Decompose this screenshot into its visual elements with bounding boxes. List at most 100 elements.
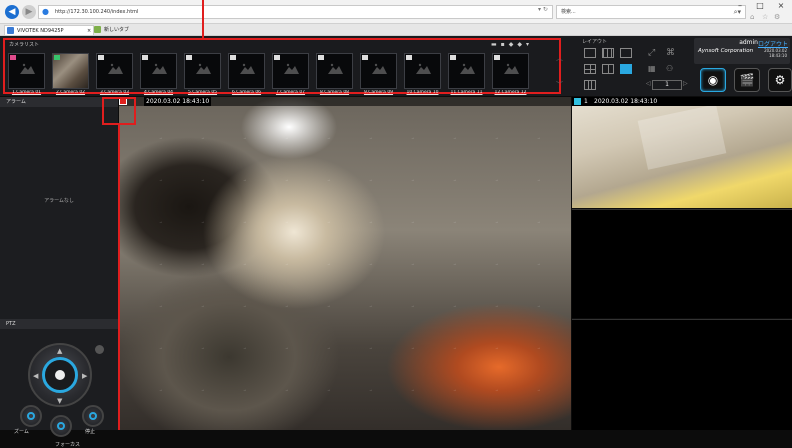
layout-2x2-button[interactable]: [584, 64, 596, 74]
status-badge: [142, 55, 148, 60]
camera-thumb-4[interactable]: [140, 53, 177, 89]
video-header: 1 2020.03.02 18:43:10: [572, 97, 792, 106]
arrow-left-icon[interactable]: ◀: [33, 372, 38, 380]
status-badge: [230, 55, 236, 60]
shrink-icon[interactable]: ⌘: [666, 48, 675, 58]
datetime: 2020.03.02 18:43:10: [764, 48, 787, 58]
tab-close-icon[interactable]: ×: [87, 26, 91, 36]
ptz-settings-icon[interactable]: [95, 345, 104, 354]
focus-control[interactable]: [50, 415, 72, 437]
video-overlay: [119, 97, 571, 430]
camera-thumb-10[interactable]: [404, 53, 441, 89]
camera-thumb-label[interactable]: 4.Camera 04: [140, 90, 177, 95]
layout-1x1-button[interactable]: [584, 48, 596, 58]
layout-grid-button[interactable]: [584, 80, 596, 90]
video-header: 2020.03.02 18:43:10: [119, 97, 571, 106]
layout-custom-button[interactable]: [620, 48, 632, 58]
gear-icon: ⚙: [774, 73, 786, 87]
camera-thumb-12[interactable]: [492, 53, 529, 89]
playback-button[interactable]: 🎬: [734, 68, 760, 92]
camera-placeholder-icon: [416, 63, 431, 74]
tab-vivotek[interactable]: VIVOTEK ND9425P ×: [4, 25, 94, 35]
ptz-ring[interactable]: [42, 357, 78, 393]
arrow-right-icon[interactable]: ▶: [82, 372, 87, 380]
search-input[interactable]: 検索... ⌕▾: [556, 5, 746, 19]
video-view-2[interactable]: 1 2020.03.02 18:43:10: [572, 97, 792, 208]
camera-thumb-label[interactable]: 1.Camera 01: [8, 90, 45, 95]
camera-thumb-9[interactable]: [360, 53, 397, 89]
layout-1p2-button[interactable]: [620, 64, 632, 74]
camera-thumb-label[interactable]: 11.Camera 11: [448, 90, 485, 95]
close-button[interactable]: ×: [774, 0, 788, 12]
alarm-header: アラーム: [0, 97, 118, 107]
video-view-3[interactable]: [572, 209, 792, 318]
video-view-4[interactable]: [572, 319, 792, 430]
status-badge: [406, 55, 412, 60]
liveview-eye-button[interactable]: ◉: [700, 68, 726, 92]
arrow-down-icon[interactable]: ▼: [57, 397, 62, 405]
back-button[interactable]: ◀: [5, 5, 19, 19]
camera-thumb-7[interactable]: [272, 53, 309, 89]
stop-control[interactable]: [82, 405, 104, 427]
grid-icon[interactable]: ▦: [648, 64, 656, 73]
camera-thumb-6[interactable]: [228, 53, 265, 89]
camera-thumb-label[interactable]: 7.Camera 07: [272, 90, 309, 95]
url-text: http://172.30.100.240/index.html: [55, 9, 139, 15]
forward-button[interactable]: ▶: [22, 5, 36, 19]
camera-placeholder-icon: [108, 63, 123, 74]
page-icon: ●: [42, 7, 49, 16]
annotation-line: [118, 125, 120, 430]
status-badge: [318, 55, 324, 60]
camera-thumb-label[interactable]: 2.Camera 02: [52, 90, 89, 95]
camera-thumb-5[interactable]: [184, 53, 221, 89]
status-badge: [54, 55, 60, 60]
camera-thumb-2[interactable]: [52, 53, 89, 89]
settings-button[interactable]: ⚙: [768, 68, 792, 92]
video-timestamp: 2020.03.02 18:43:10: [594, 98, 658, 105]
camera-thumb-8[interactable]: [316, 53, 353, 89]
zoom-control[interactable]: [20, 405, 42, 427]
main-video-view[interactable]: 2020.03.02 18:43:10: [119, 97, 571, 430]
star-icon[interactable]: ☆: [762, 13, 768, 21]
url-bar[interactable]: ● http://172.30.100.240/index.html: [38, 5, 553, 19]
camera-thumb-label[interactable]: 9.Camera 09: [360, 90, 397, 95]
camera-placeholder-icon: [240, 63, 255, 74]
chevron-up-icon[interactable]: ︿: [556, 53, 563, 63]
zoom-ring: [27, 412, 35, 420]
camera-thumb-label[interactable]: 6.Camera 06: [228, 90, 265, 95]
page-prev-icon[interactable]: ◁: [646, 80, 651, 87]
layout-3x3-button[interactable]: [602, 48, 614, 58]
tab-new[interactable]: 新しいタブ: [92, 25, 172, 35]
logout-link[interactable]: ログアウト: [758, 39, 788, 48]
camera-number: 1: [584, 98, 588, 105]
fullscreen-icon[interactable]: ⤢: [648, 48, 655, 58]
camera-placeholder-icon: [20, 63, 35, 74]
home-icon[interactable]: ⌂: [750, 13, 754, 21]
camera-thumb-label[interactable]: 8.Camera 08: [316, 90, 353, 95]
camera-thumb-3[interactable]: [96, 53, 133, 89]
maximize-button[interactable]: □: [753, 0, 767, 12]
camera-list-controls[interactable]: ▬▪◆◆▾: [491, 41, 533, 48]
user-box: admin ログアウト Aynsoft Corporation 2020.03.…: [694, 38, 790, 64]
page-next-icon[interactable]: ▷: [683, 80, 688, 87]
layout-1p3-button[interactable]: [602, 64, 614, 74]
minimize-button[interactable]: –: [733, 0, 747, 12]
camera-thumb-1[interactable]: [8, 53, 45, 89]
ptz-joystick[interactable]: ▲ ▼ ◀ ▶: [28, 343, 92, 407]
camera-thumb-label[interactable]: 5.Camera 05: [184, 90, 221, 95]
ptz-center-button[interactable]: [55, 370, 65, 380]
camera-thumb-11[interactable]: [448, 53, 485, 89]
refresh-icon[interactable]: ▾ ↻: [538, 6, 548, 13]
video-timestamp: 2020.03.02 18:43:10: [144, 97, 212, 106]
camera-thumb-label[interactable]: 12.Camera 12: [492, 90, 529, 95]
chevron-down-icon[interactable]: ﹀: [556, 80, 563, 90]
time: 18:43:10: [769, 53, 787, 58]
status-badge: [362, 55, 368, 60]
person-icon[interactable]: ⚇: [666, 64, 673, 73]
camera-thumb-label[interactable]: 10.Camera 10: [404, 90, 441, 95]
arrow-up-icon[interactable]: ▲: [57, 347, 62, 355]
user-name: admin: [739, 39, 758, 46]
camera-thumb-label[interactable]: 3.Camera 03: [96, 90, 133, 95]
focus-ring: [57, 422, 65, 430]
settings-icon[interactable]: ⚙: [774, 13, 780, 21]
